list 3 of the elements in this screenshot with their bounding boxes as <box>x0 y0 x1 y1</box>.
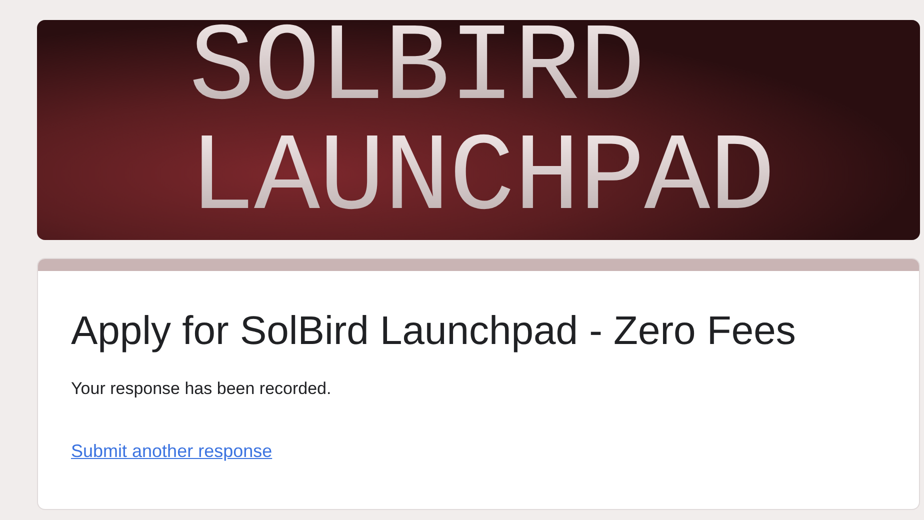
confirmation-message: Your response has been recorded. <box>71 379 332 399</box>
form-title: Apply for SolBird Launchpad - Zero Fees <box>71 308 796 355</box>
submit-another-link[interactable]: Submit another response <box>71 441 272 462</box>
